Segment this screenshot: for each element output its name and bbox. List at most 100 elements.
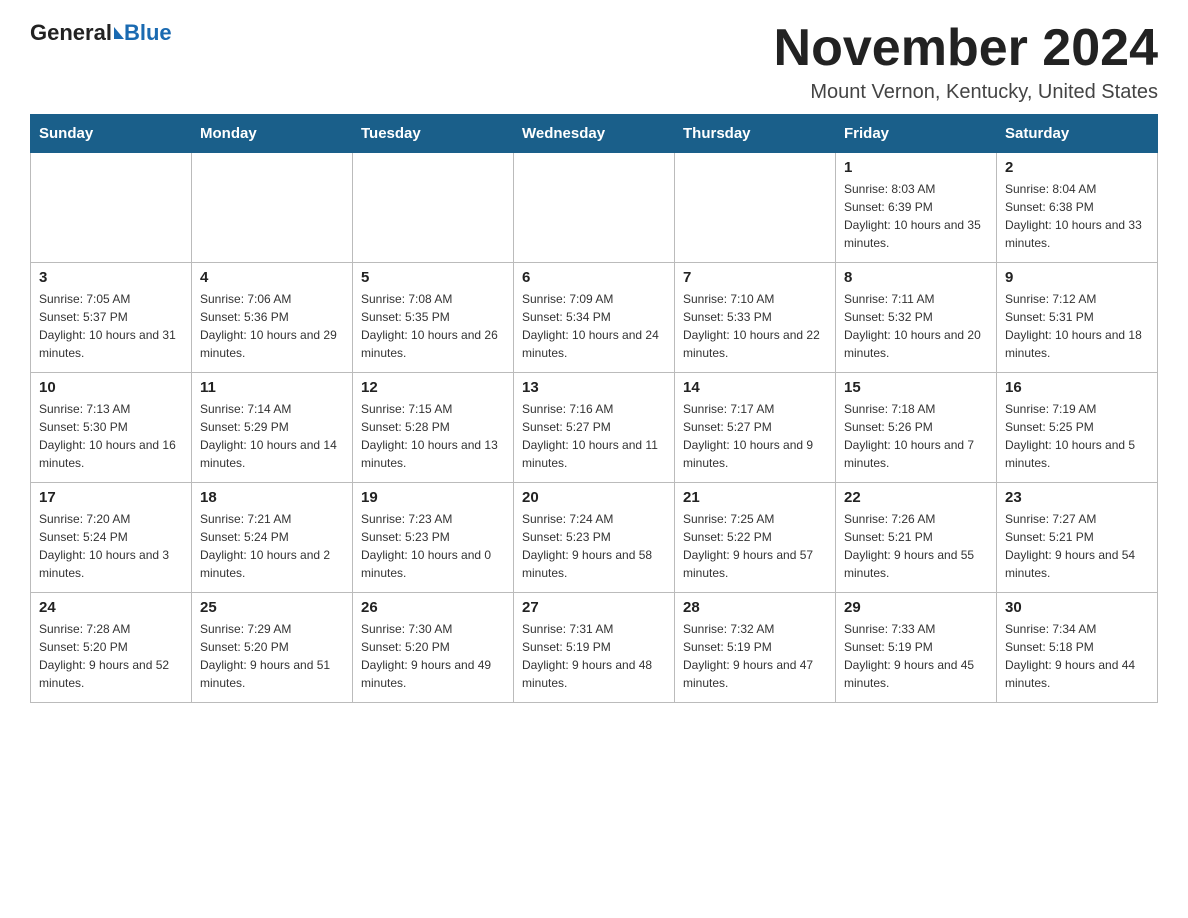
day-info: Sunrise: 7:08 AMSunset: 5:35 PMDaylight:… [361, 290, 505, 362]
day-info: Sunrise: 7:32 AMSunset: 5:19 PMDaylight:… [683, 620, 827, 692]
day-info: Sunrise: 7:25 AMSunset: 5:22 PMDaylight:… [683, 510, 827, 582]
day-info: Sunrise: 7:14 AMSunset: 5:29 PMDaylight:… [200, 400, 344, 472]
calendar-cell: 22 Sunrise: 7:26 AMSunset: 5:21 PMDayligh… [836, 483, 997, 593]
logo-text: General Blue [30, 20, 172, 46]
location-title: Mount Vernon, Kentucky, United States [774, 81, 1158, 104]
month-title: November 2024 [774, 20, 1158, 77]
week-row-3: 10 Sunrise: 7:13 AMSunset: 5:30 PMDayligh… [31, 373, 1158, 483]
calendar-cell: 11 Sunrise: 7:14 AMSunset: 5:29 PMDayligh… [192, 373, 353, 483]
calendar-cell: 3 Sunrise: 7:05 AMSunset: 5:37 PMDaylight… [31, 263, 192, 373]
day-number: 13 [522, 379, 666, 396]
calendar-cell [675, 153, 836, 263]
weekday-header-thursday: Thursday [675, 115, 836, 153]
day-number: 4 [200, 269, 344, 286]
calendar-cell: 26 Sunrise: 7:30 AMSunset: 5:20 PMDayligh… [353, 593, 514, 703]
calendar-cell: 4 Sunrise: 7:06 AMSunset: 5:36 PMDaylight… [192, 263, 353, 373]
calendar-cell: 13 Sunrise: 7:16 AMSunset: 5:27 PMDayligh… [514, 373, 675, 483]
logo-blue: Blue [124, 20, 172, 46]
day-number: 10 [39, 379, 183, 396]
calendar-cell: 14 Sunrise: 7:17 AMSunset: 5:27 PMDayligh… [675, 373, 836, 483]
calendar-cell: 20 Sunrise: 7:24 AMSunset: 5:23 PMDayligh… [514, 483, 675, 593]
day-info: Sunrise: 7:30 AMSunset: 5:20 PMDaylight:… [361, 620, 505, 692]
calendar-cell [31, 153, 192, 263]
day-info: Sunrise: 7:09 AMSunset: 5:34 PMDaylight:… [522, 290, 666, 362]
day-number: 8 [844, 269, 988, 286]
calendar-header-row: SundayMondayTuesdayWednesdayThursdayFrid… [31, 115, 1158, 153]
calendar-cell: 29 Sunrise: 7:33 AMSunset: 5:19 PMDayligh… [836, 593, 997, 703]
calendar-cell: 1Sunrise: 8:03 AMSunset: 6:39 PMDaylight… [836, 153, 997, 263]
day-number: 18 [200, 489, 344, 506]
day-info: Sunrise: 7:34 AMSunset: 5:18 PMDaylight:… [1005, 620, 1149, 692]
calendar-cell: 18Sunrise: 7:21 AMSunset: 5:24 PMDayligh… [192, 483, 353, 593]
calendar-cell: 16 Sunrise: 7:19 AMSunset: 5:25 PMDayligh… [997, 373, 1158, 483]
day-number: 3 [39, 269, 183, 286]
day-info: Sunrise: 7:18 AMSunset: 5:26 PMDaylight:… [844, 400, 988, 472]
calendar-cell: 10 Sunrise: 7:13 AMSunset: 5:30 PMDayligh… [31, 373, 192, 483]
day-number: 1 [844, 159, 988, 176]
calendar-cell: 24 Sunrise: 7:28 AMSunset: 5:20 PMDayligh… [31, 593, 192, 703]
calendar-cell: 6 Sunrise: 7:09 AMSunset: 5:34 PMDaylight… [514, 263, 675, 373]
day-info: Sunrise: 7:27 AMSunset: 5:21 PMDaylight:… [1005, 510, 1149, 582]
day-number: 27 [522, 599, 666, 616]
calendar-cell: 15 Sunrise: 7:18 AMSunset: 5:26 PMDayligh… [836, 373, 997, 483]
day-number: 11 [200, 379, 344, 396]
weekday-header-friday: Friday [836, 115, 997, 153]
day-info: Sunrise: 7:11 AMSunset: 5:32 PMDaylight:… [844, 290, 988, 362]
calendar-cell: 27 Sunrise: 7:31 AMSunset: 5:19 PMDayligh… [514, 593, 675, 703]
day-number: 26 [361, 599, 505, 616]
day-number: 6 [522, 269, 666, 286]
calendar-cell: 2 Sunrise: 8:04 AMSunset: 6:38 PMDaylight… [997, 153, 1158, 263]
calendar-cell: 19Sunrise: 7:23 AMSunset: 5:23 PMDayligh… [353, 483, 514, 593]
day-info: Sunrise: 7:33 AMSunset: 5:19 PMDaylight:… [844, 620, 988, 692]
day-info: Sunrise: 7:20 AMSunset: 5:24 PMDaylight:… [39, 510, 183, 582]
header: General Blue November 2024 Mount Vernon,… [30, 20, 1158, 104]
logo-general: General [30, 20, 112, 46]
day-number: 23 [1005, 489, 1149, 506]
day-number: 12 [361, 379, 505, 396]
day-info: Sunrise: 7:31 AMSunset: 5:19 PMDaylight:… [522, 620, 666, 692]
day-info: Sunrise: 7:13 AMSunset: 5:30 PMDaylight:… [39, 400, 183, 472]
calendar-cell: 23 Sunrise: 7:27 AMSunset: 5:21 PMDayligh… [997, 483, 1158, 593]
day-number: 17 [39, 489, 183, 506]
calendar-cell: 8 Sunrise: 7:11 AMSunset: 5:32 PMDaylight… [836, 263, 997, 373]
day-info: Sunrise: 7:06 AMSunset: 5:36 PMDaylight:… [200, 290, 344, 362]
logo-area: General Blue [30, 20, 172, 46]
calendar-cell [514, 153, 675, 263]
calendar-cell: 30 Sunrise: 7:34 AMSunset: 5:18 PMDayligh… [997, 593, 1158, 703]
calendar-cell: 12Sunrise: 7:15 AMSunset: 5:28 PMDayligh… [353, 373, 514, 483]
calendar-table: SundayMondayTuesdayWednesdayThursdayFrid… [30, 114, 1158, 703]
day-info: Sunrise: 8:04 AMSunset: 6:38 PMDaylight:… [1005, 180, 1149, 252]
day-info: Sunrise: 7:26 AMSunset: 5:21 PMDaylight:… [844, 510, 988, 582]
day-number: 2 [1005, 159, 1149, 176]
day-number: 22 [844, 489, 988, 506]
day-info: Sunrise: 7:16 AMSunset: 5:27 PMDaylight:… [522, 400, 666, 472]
day-info: Sunrise: 7:28 AMSunset: 5:20 PMDaylight:… [39, 620, 183, 692]
day-info: Sunrise: 7:10 AMSunset: 5:33 PMDaylight:… [683, 290, 827, 362]
day-info: Sunrise: 7:17 AMSunset: 5:27 PMDaylight:… [683, 400, 827, 472]
title-area: November 2024 Mount Vernon, Kentucky, Un… [774, 20, 1158, 104]
day-number: 9 [1005, 269, 1149, 286]
day-number: 14 [683, 379, 827, 396]
calendar-cell [353, 153, 514, 263]
calendar-cell: 17 Sunrise: 7:20 AMSunset: 5:24 PMDayligh… [31, 483, 192, 593]
weekday-header-monday: Monday [192, 115, 353, 153]
day-info: Sunrise: 7:24 AMSunset: 5:23 PMDaylight:… [522, 510, 666, 582]
weekday-header-tuesday: Tuesday [353, 115, 514, 153]
day-number: 29 [844, 599, 988, 616]
week-row-1: 1Sunrise: 8:03 AMSunset: 6:39 PMDaylight… [31, 153, 1158, 263]
day-info: Sunrise: 7:05 AMSunset: 5:37 PMDaylight:… [39, 290, 183, 362]
day-number: 16 [1005, 379, 1149, 396]
day-number: 24 [39, 599, 183, 616]
day-number: 20 [522, 489, 666, 506]
weekday-header-saturday: Saturday [997, 115, 1158, 153]
day-number: 15 [844, 379, 988, 396]
calendar-cell: 25Sunrise: 7:29 AMSunset: 5:20 PMDayligh… [192, 593, 353, 703]
day-number: 25 [200, 599, 344, 616]
calendar-cell: 21Sunrise: 7:25 AMSunset: 5:22 PMDayligh… [675, 483, 836, 593]
calendar-cell [192, 153, 353, 263]
day-info: Sunrise: 7:19 AMSunset: 5:25 PMDaylight:… [1005, 400, 1149, 472]
day-number: 30 [1005, 599, 1149, 616]
calendar-cell: 28Sunrise: 7:32 AMSunset: 5:19 PMDayligh… [675, 593, 836, 703]
day-number: 19 [361, 489, 505, 506]
day-info: Sunrise: 7:12 AMSunset: 5:31 PMDaylight:… [1005, 290, 1149, 362]
